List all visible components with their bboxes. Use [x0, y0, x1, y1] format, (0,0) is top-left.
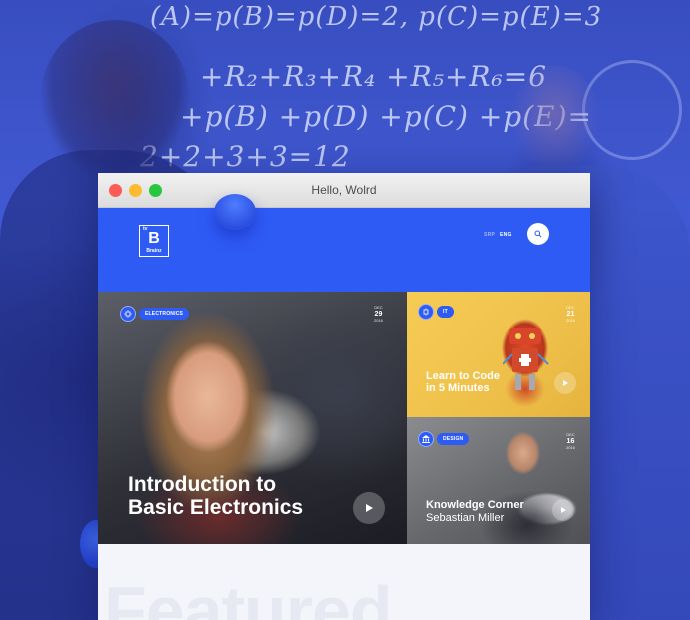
robot-toy-image [503, 328, 549, 390]
chip-icon [120, 306, 136, 322]
section-heading: Featured [104, 572, 393, 620]
category-label: ELECTRONICS [139, 308, 190, 320]
date-day: 21 [566, 311, 575, 318]
search-icon [534, 230, 542, 238]
category-label: DESIGN [437, 433, 470, 445]
date-year: 2016 [566, 445, 575, 450]
decorative-orb [214, 194, 256, 230]
chalk-line-2: +R₂+R₃+R₄ +R₅+R₆=6 [200, 60, 548, 93]
language-srp[interactable]: SRP [484, 232, 495, 238]
category-badge[interactable]: IT [418, 304, 454, 320]
article-card-design[interactable]: DESIGN DEC 16 2016 Knowledge Corner Seba… [407, 417, 590, 544]
category-badge[interactable]: ELECTRONICS [120, 306, 190, 322]
date-month: DEC [566, 305, 575, 310]
language-eng[interactable]: ENG [500, 232, 512, 238]
category-label: IT [437, 306, 454, 318]
building-icon [418, 431, 434, 447]
date-year: 2016 [566, 318, 575, 323]
logo-tv-text: tv [143, 226, 148, 232]
date-year: 2016 [374, 318, 383, 323]
play-icon [560, 507, 566, 513]
post-date: DEC 16 2016 [566, 433, 575, 450]
article-card-electronics[interactable]: ELECTRONICS DEC 29 2016 Introduction to … [98, 292, 407, 544]
article-title-line-2: in 5 Minutes [426, 382, 490, 395]
window-title: Hello, Wolrd [311, 183, 377, 197]
article-author: Sebastian Miller [426, 512, 505, 524]
article-title-line-1: Introduction to [128, 473, 277, 496]
chalk-line-1: (A)=p(B)=p(D)=2, p(C)=p(E)=3 [150, 2, 603, 32]
play-button[interactable] [554, 372, 576, 394]
article-title-line-1: Learn to Code [426, 370, 500, 382]
date-month: DEC [566, 432, 575, 437]
window-titlebar: Hello, Wolrd [98, 173, 590, 208]
chip-icon [418, 304, 434, 320]
category-badge[interactable]: DESIGN [418, 431, 470, 447]
post-date: DEC 21 2016 [566, 306, 575, 323]
site-header: tv B Brainz SRP ENG [98, 194, 590, 292]
date-day: 29 [374, 311, 383, 318]
date-month: DEC [374, 305, 383, 310]
play-icon [365, 504, 373, 512]
student-right-head [510, 65, 600, 175]
logo-brand-text: Brainz [146, 248, 162, 254]
date-day: 16 [566, 438, 575, 445]
post-date: DEC 29 2016 [374, 306, 383, 323]
logo-letter: B [148, 230, 160, 247]
site-logo[interactable]: tv B Brainz [139, 225, 169, 257]
play-icon [562, 380, 568, 386]
search-button[interactable] [527, 223, 549, 245]
browser-window: Hello, Wolrd tv B Brainz SRP ENG ELECTRO… [98, 173, 590, 620]
article-title[interactable]: Introduction to Basic Electronics [128, 473, 303, 519]
article-title-line-2: Basic Electronics [128, 496, 304, 520]
article-title[interactable]: Learn to Code in 5 Minutes [426, 370, 500, 394]
play-button[interactable] [353, 492, 385, 524]
article-title[interactable]: Knowledge Corner [426, 499, 524, 511]
article-card-it[interactable]: IT DEC 21 2016 Learn to Code in 5 Minute… [407, 292, 590, 417]
play-button[interactable] [552, 499, 574, 521]
